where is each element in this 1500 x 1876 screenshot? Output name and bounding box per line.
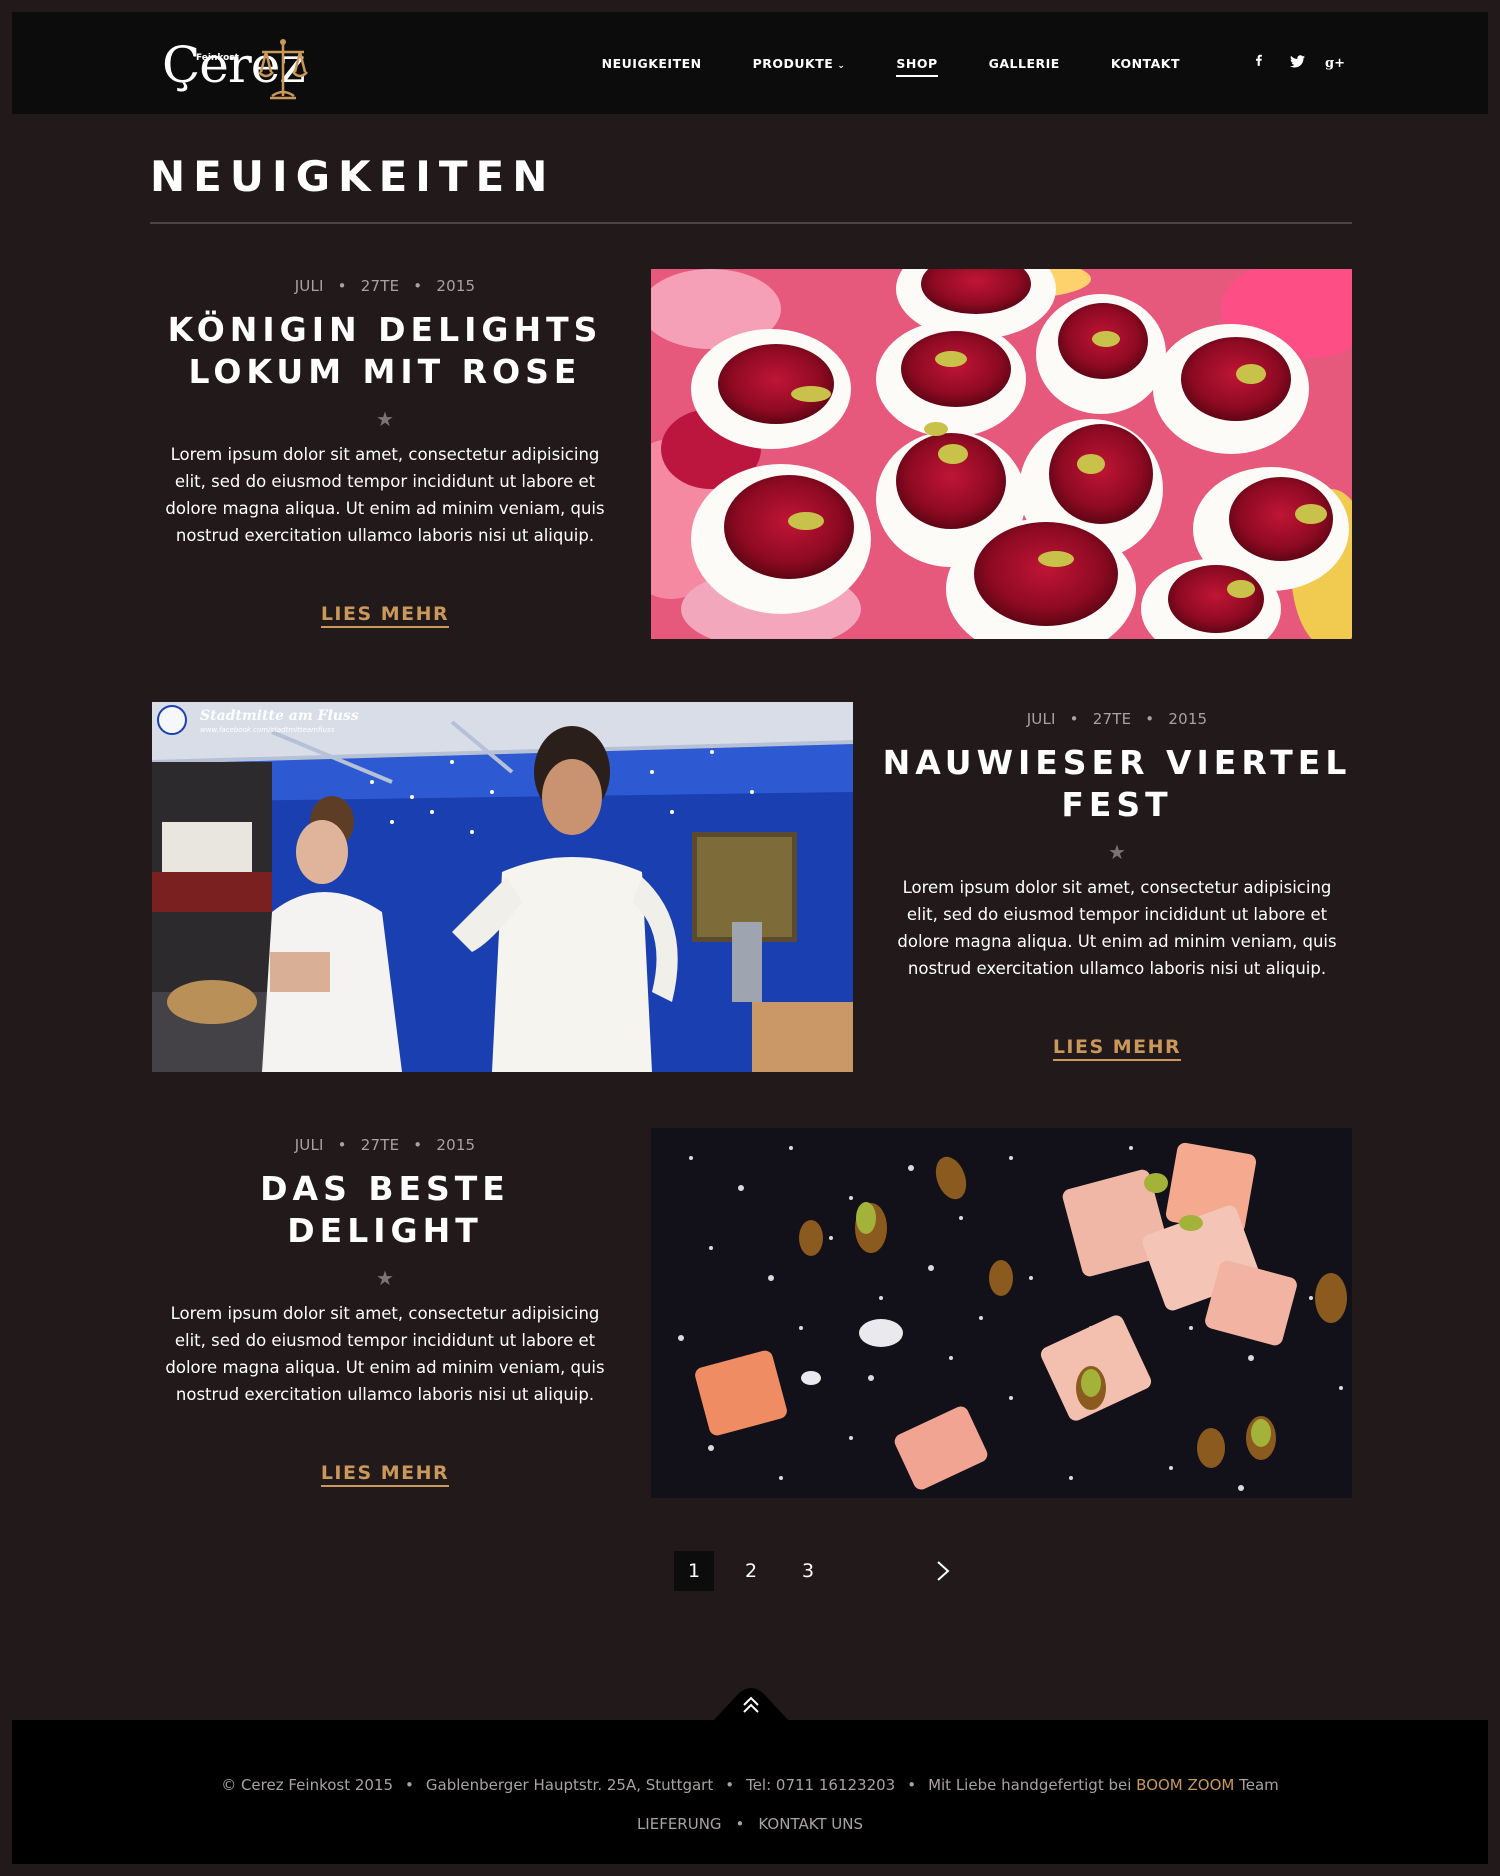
nav-item-kontakt[interactable]: KONTAKT (1111, 56, 1180, 71)
post-year: 2015 (1168, 710, 1208, 728)
chevron-right-icon[interactable] (923, 1551, 963, 1591)
image-overlay-title: Stadtmitte am Fluss (200, 708, 359, 724)
brand-logo[interactable]: Çerez Feinkost (150, 26, 320, 106)
footer-separator: • (735, 1815, 745, 1833)
meta-separator: • (337, 277, 347, 295)
post-title-line: DELIGHT (287, 1211, 483, 1250)
image-overlay-url: www.facebook.com/stadtmitteamfluss (200, 726, 335, 734)
meta-separator: • (1069, 710, 1079, 728)
post-image-beste-delight[interactable] (651, 1128, 1352, 1498)
post-text: JULI • 27TE • 2015 KÖNIGIN DELIGHTS LOKUM MI… (150, 269, 620, 628)
news-post: JULI • 27TE • 2015 DAS BESTE DELIGHT ★ Lorem… (150, 1128, 1352, 1498)
post-title-line: FEST (1061, 785, 1173, 824)
post-text: JULI • 27TE • 2015 NAUWIESER VIERTEL FEST ★ … (882, 702, 1352, 1061)
nav-item-produkte[interactable]: PRODUKTE ⌄ (753, 56, 846, 71)
page-2-button[interactable]: 2 (731, 1551, 771, 1591)
star-icon: ★ (376, 407, 394, 431)
google-plus-icon[interactable]: g+ (1316, 56, 1354, 71)
post-image-lokum-rose[interactable] (651, 269, 1352, 639)
star-icon: ★ (376, 1266, 394, 1290)
main-nav: NEUIGKEITEN PRODUKTE ⌄ SHOP GALLERIE KONT… (602, 12, 1488, 114)
twitter-icon[interactable] (1278, 54, 1316, 72)
read-more-link[interactable]: LIES MEHR (320, 603, 450, 628)
site-header: Çerez Feinkost NEUIGKEITEN PRODUKTE ⌄ SHO… (12, 12, 1488, 114)
facebook-icon[interactable] (1240, 54, 1278, 72)
footer-separator: • (907, 1776, 917, 1794)
nav-item-gallerie[interactable]: GALLERIE (989, 56, 1060, 71)
footer-credit-suffix: Team (1239, 1776, 1279, 1794)
footer-info: © Cerez Feinkost 2015 • Gablenberger Haupt… (12, 1776, 1488, 1794)
back-to-top-button[interactable] (713, 1683, 789, 1721)
page-1-button[interactable]: 1 (674, 1551, 714, 1591)
footer-credit-prefix: Mit Liebe handgefertigt bei (928, 1776, 1132, 1794)
post-day: 27TE (360, 277, 400, 295)
post-title[interactable]: KÖNIGIN DELIGHTS LOKUM MIT ROSE (150, 309, 620, 393)
post-excerpt: Lorem ipsum dolor sit amet, consectetur … (165, 445, 605, 545)
footer-separator: • (405, 1776, 414, 1794)
post-text: JULI • 27TE • 2015 DAS BESTE DELIGHT ★ Lorem… (150, 1128, 620, 1487)
post-date: JULI • 27TE • 2015 (882, 710, 1352, 728)
site-footer: © Cerez Feinkost 2015 • Gablenberger Haupt… (12, 1720, 1488, 1864)
post-year: 2015 (436, 1136, 476, 1154)
post-title-line: LOKUM MIT ROSE (188, 352, 582, 391)
post-excerpt: Lorem ipsum dolor sit amet, consectetur … (897, 878, 1337, 978)
nav-item-shop[interactable]: SHOP (896, 56, 938, 77)
post-month: JULI (1026, 710, 1056, 728)
scale-icon (258, 39, 308, 100)
post-title[interactable]: NAUWIESER VIERTEL FEST (882, 742, 1352, 826)
post-date: JULI • 27TE • 2015 (150, 1136, 620, 1154)
read-more-link[interactable]: LIES MEHR (1052, 1036, 1182, 1061)
post-excerpt: Lorem ipsum dolor sit amet, consectetur … (165, 1304, 605, 1404)
post-day: 27TE (1092, 710, 1132, 728)
footer-address: Gablenberger Hauptstr. 25A, Stuttgart (425, 1776, 714, 1794)
post-day: 27TE (360, 1136, 400, 1154)
news-post: JULI • 27TE • 2015 KÖNIGIN DELIGHTS LOKUM MI… (150, 269, 1352, 639)
footer-credit-brand-link[interactable]: BOOM ZOOM (1136, 1776, 1234, 1794)
chevron-down-icon: ⌄ (837, 60, 846, 71)
post-year: 2015 (436, 277, 476, 295)
nav-item-produkte-label: PRODUKTE (752, 55, 834, 71)
footer-link-lieferung[interactable]: LIEFERUNG (637, 1815, 722, 1833)
social-links: g+ (1240, 54, 1354, 72)
post-date: JULI • 27TE • 2015 (150, 277, 620, 295)
footer-link-kontakt-uns[interactable]: KONTAKT UNS (758, 1815, 863, 1833)
footer-phone: Tel: 0711 16123203 (746, 1776, 896, 1794)
meta-separator: • (337, 1136, 347, 1154)
footer-links: LIEFERUNG • KONTAKT UNS (12, 1815, 1488, 1833)
page-title: NEUIGKEITEN (150, 152, 556, 201)
post-image-viertel-fest[interactable]: Stadtmitte am Fluss www.facebook.com/sta… (152, 702, 853, 1072)
pagination: 1 2 3 (674, 1551, 963, 1591)
footer-copyright: © Cerez Feinkost 2015 (221, 1776, 394, 1794)
meta-separator: • (413, 1136, 423, 1154)
title-divider (150, 222, 1352, 224)
post-title-line: KÖNIGIN DELIGHTS (167, 310, 603, 349)
footer-separator: • (725, 1776, 735, 1794)
meta-separator: • (1145, 710, 1155, 728)
read-more-link[interactable]: LIES MEHR (320, 1462, 450, 1487)
nav-item-neuigkeiten[interactable]: NEUIGKEITEN (602, 56, 702, 71)
post-title-line: NAUWIESER VIERTEL (882, 743, 1352, 782)
post-title-line: DAS BESTE (260, 1169, 510, 1208)
star-icon: ★ (1108, 840, 1126, 864)
brand-tagline: Feinkost (196, 53, 239, 63)
meta-separator: • (413, 277, 423, 295)
post-title[interactable]: DAS BESTE DELIGHT (150, 1168, 620, 1252)
post-month: JULI (294, 277, 324, 295)
page-3-button[interactable]: 3 (788, 1551, 828, 1591)
news-post: Stadtmitte am Fluss www.facebook.com/sta… (150, 702, 1352, 1072)
post-month: JULI (294, 1136, 324, 1154)
